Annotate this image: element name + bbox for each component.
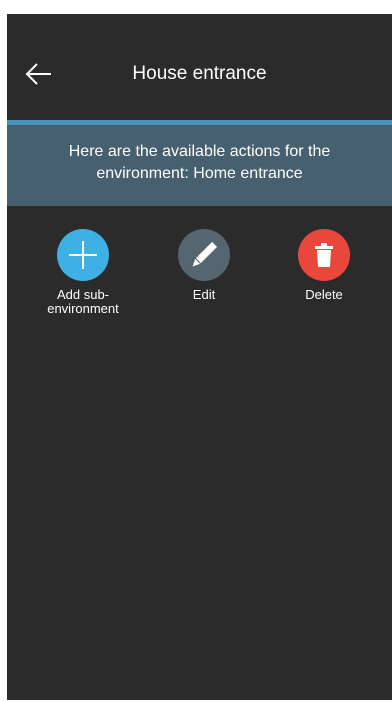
- delete-circle: [298, 229, 350, 281]
- plus-icon: [69, 241, 97, 269]
- arrow-left-icon: [25, 63, 51, 85]
- edit-circle: [178, 229, 230, 281]
- delete-label: Delete: [305, 287, 343, 302]
- info-banner-text: Here are the available actions for the e…: [68, 143, 331, 182]
- edit-label: Edit: [192, 287, 216, 302]
- actions-row: Add sub-environment Edit Delete: [7, 229, 392, 349]
- add-sub-environment-label: Add sub-environment: [47, 287, 119, 316]
- add-sub-environment-button[interactable]: Add sub-environment: [28, 229, 138, 316]
- page-title: House entrance: [132, 63, 267, 84]
- header-bar: House entrance: [7, 14, 392, 120]
- back-button[interactable]: [23, 58, 55, 90]
- pencil-icon: [192, 241, 218, 267]
- app-screen: House entrance Here are the available ac…: [7, 14, 392, 700]
- trash-icon: [315, 243, 333, 267]
- add-circle: [57, 229, 109, 281]
- info-banner: Here are the available actions for the e…: [7, 120, 392, 206]
- edit-button[interactable]: Edit: [149, 229, 259, 302]
- delete-button[interactable]: Delete: [269, 229, 379, 302]
